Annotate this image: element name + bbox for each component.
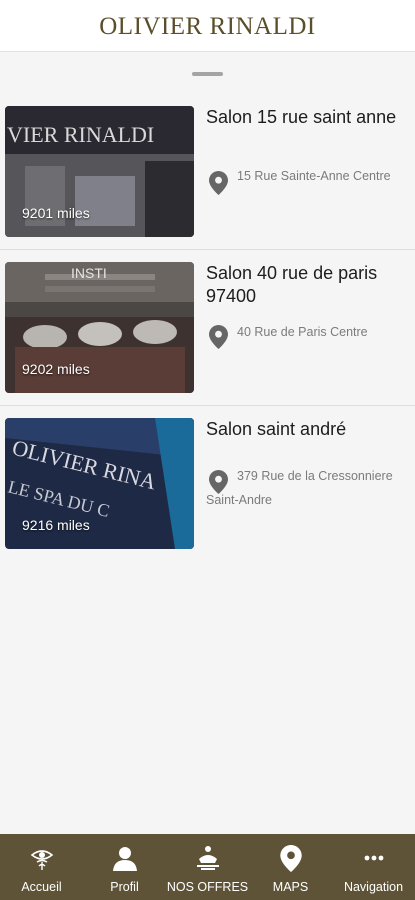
thumbnail-sign-text: INSTI [71, 265, 107, 281]
salon-name: Salon 15 rue saint anne [206, 107, 397, 127]
distance-label: 9201 miles [22, 205, 90, 221]
salon-list: VIER RINALDI 9201 miles Salon 15 rue sai… [0, 94, 415, 562]
tab-label: Profil [110, 880, 139, 894]
salon-address: 40 Rue de Paris Centre [237, 325, 368, 339]
salon-card[interactable]: VIER RINALDI 9201 miles Salon 15 rue sai… [0, 94, 415, 250]
tab-label: MAPS [272, 880, 309, 894]
drag-handle[interactable] [192, 72, 223, 76]
distance-label: 9202 miles [22, 361, 90, 377]
salon-name: Salon saint andré [206, 419, 347, 439]
salon-thumbnail: INSTI 9202 miles [5, 262, 194, 393]
offers-icon [194, 844, 222, 872]
thumbnail-sign-text: VIER RINALDI [7, 122, 154, 147]
distance-label: 9216 miles [22, 517, 90, 533]
person-icon [111, 844, 139, 872]
tab-maps[interactable]: MAPS [249, 834, 332, 900]
tab-navigation[interactable]: Navigation [332, 834, 415, 900]
tab-nos-offres[interactable]: NOS OFFRES [166, 834, 249, 900]
tab-profil[interactable]: Profil [83, 834, 166, 900]
tab-label: NOS OFFRES [166, 880, 249, 894]
salon-card[interactable]: INSTI 9202 miles Salon 40 rue de paris 9… [0, 250, 415, 406]
salon-card[interactable]: OLIVIER RINA LE SPA DU C 9216 miles Salo… [0, 406, 415, 562]
salon-thumbnail: VIER RINALDI 9201 miles [5, 106, 194, 237]
app-header: OLIVIER RINALDI [0, 0, 415, 52]
eye-lotus-icon [28, 844, 56, 872]
tab-label: Navigation [343, 880, 404, 894]
bottom-navigation: Accueil Profil NOS OFFRES MAPS Navigatio… [0, 834, 415, 900]
more-dots-icon [360, 844, 388, 872]
brand-title: OLIVIER RINALDI [99, 12, 316, 40]
salon-thumbnail: OLIVIER RINA LE SPA DU C 9216 miles [5, 418, 194, 549]
tab-accueil[interactable]: Accueil [0, 834, 83, 900]
salon-name: Salon 40 rue de paris 97400 [206, 263, 378, 306]
salon-address: 15 Rue Sainte-Anne Centre [237, 169, 391, 183]
map-pin-icon [277, 844, 305, 872]
tab-label: Accueil [21, 880, 62, 894]
salon-address: 379 Rue de la Cressonniere Saint-Andre [206, 469, 393, 507]
